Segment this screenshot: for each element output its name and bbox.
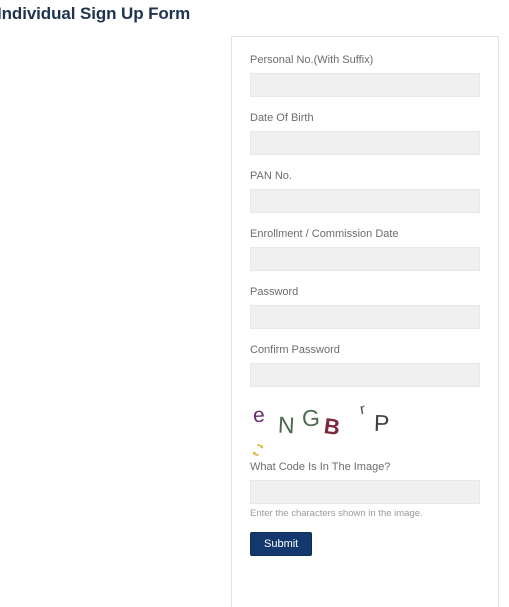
captcha-char-1: e	[252, 403, 266, 428]
field-pan-no: PAN No.	[250, 170, 480, 213]
date-of-birth-input[interactable]	[250, 131, 480, 155]
field-confirm-password: Confirm Password	[250, 344, 480, 387]
captcha-char-5: r	[358, 402, 367, 419]
field-label-enrollment-date: Enrollment / Commission Date	[250, 228, 399, 240]
signup-form-card: Personal No.(With Suffix) Date Of Birth …	[231, 36, 499, 607]
field-date-of-birth: Date Of Birth	[250, 112, 480, 155]
captcha-block: e N G B r P What Code Is In The Image? E…	[250, 402, 480, 520]
field-label-password: Password	[250, 286, 299, 298]
refresh-icon[interactable]	[250, 442, 266, 458]
password-input[interactable]	[250, 305, 480, 329]
field-label-confirm-password: Confirm Password	[250, 344, 340, 356]
field-personal-no: Personal No.(With Suffix)	[250, 54, 480, 97]
enrollment-date-input[interactable]	[250, 247, 480, 271]
form-fields-container: Personal No.(With Suffix) Date Of Birth …	[232, 37, 498, 556]
captcha-image: e N G B r P	[250, 402, 410, 444]
field-label-personal-no: Personal No.(With Suffix)	[250, 54, 374, 66]
field-enrollment-date: Enrollment / Commission Date	[250, 228, 480, 271]
submit-button[interactable]: Submit	[250, 532, 313, 556]
captcha-input[interactable]	[250, 480, 480, 504]
personal-no-input[interactable]	[250, 73, 480, 97]
captcha-char-6: P	[373, 409, 390, 437]
captcha-label: What Code Is In The Image?	[250, 461, 391, 473]
pan-no-input[interactable]	[250, 189, 480, 213]
captcha-char-3: G	[301, 404, 321, 432]
captcha-helper-text: Enter the characters shown in the image.	[250, 508, 423, 519]
captcha-char-4: B	[322, 413, 342, 440]
submit-row: Submit	[250, 532, 480, 556]
confirm-password-input[interactable]	[250, 363, 480, 387]
field-password: Password	[250, 286, 480, 329]
field-label-pan-no: PAN No.	[250, 170, 292, 182]
page-title: Individual Sign Up Form	[0, 4, 191, 23]
field-label-date-of-birth: Date Of Birth	[250, 112, 314, 124]
captcha-char-2: N	[277, 411, 296, 439]
